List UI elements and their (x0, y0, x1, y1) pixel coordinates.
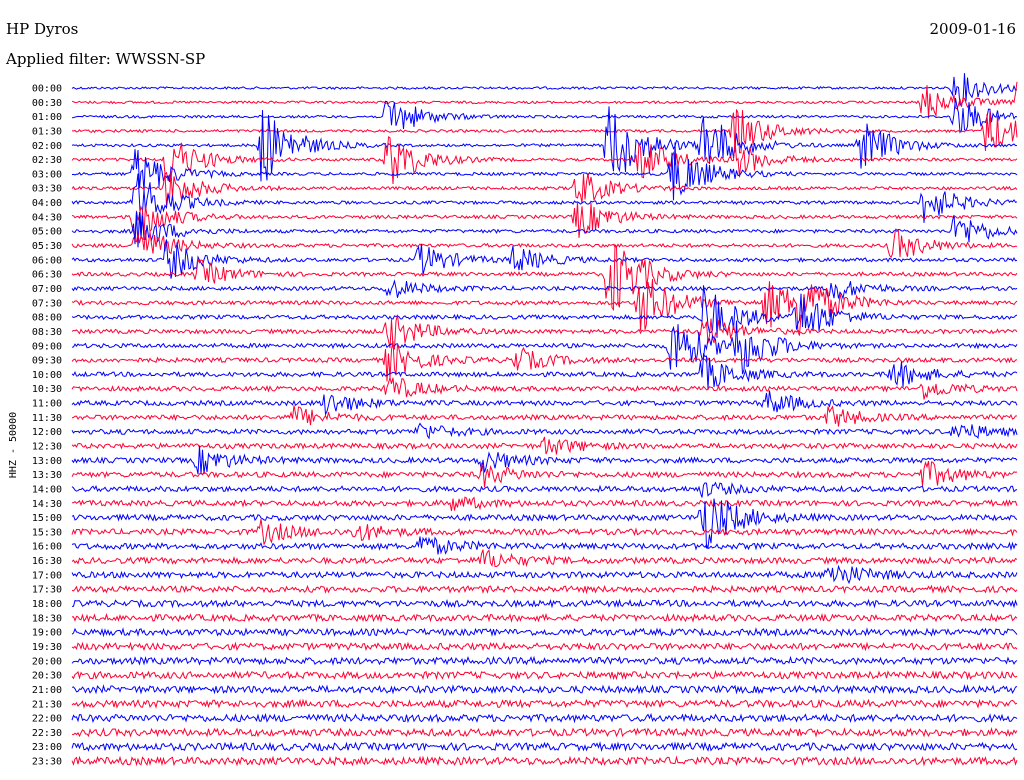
time-label: 11:30 (32, 413, 62, 424)
trace-row-2130 (71, 698, 1018, 709)
trace-row-1300 (71, 445, 1018, 475)
time-label: 02:00 (32, 141, 62, 152)
trace-row-1800 (71, 598, 1018, 609)
time-label: 04:00 (32, 198, 62, 209)
trace-row-1400 (71, 481, 1018, 498)
time-label: 18:30 (32, 613, 62, 624)
trace-row-1830 (71, 612, 1018, 623)
time-label: 06:00 (32, 255, 62, 266)
trace-row-1730 (71, 584, 1018, 595)
trace-row-1630 (71, 549, 1018, 568)
time-label: 15:00 (32, 513, 62, 524)
trace-row-1430 (71, 496, 1018, 512)
trace-row-2000 (71, 655, 1018, 666)
time-label: 23:00 (32, 742, 62, 753)
trace-row-1500 (71, 498, 1018, 549)
time-label: 09:30 (32, 356, 62, 367)
time-label: 10:00 (32, 370, 62, 381)
trace-row-1600 (71, 536, 1018, 555)
trace-row-2330 (71, 755, 1018, 767)
time-label: 04:30 (32, 212, 62, 223)
time-label: 08:00 (32, 313, 62, 324)
trace-row-1930 (71, 641, 1018, 652)
time-label: 21:00 (32, 685, 62, 696)
time-label: 14:30 (32, 499, 62, 510)
time-label: 07:30 (32, 298, 62, 309)
time-label: 05:00 (32, 227, 62, 238)
trace-row-0400 (71, 173, 1018, 231)
trace-row-2230 (71, 726, 1018, 738)
time-label: 16:00 (32, 542, 62, 553)
time-label: 13:00 (32, 456, 62, 467)
seismogram-page: { "header": { "station": "HP Dyros", "da… (0, 0, 1024, 780)
time-label: 22:00 (32, 714, 62, 725)
trace-row-0230 (71, 136, 1018, 185)
time-label: 02:30 (32, 155, 62, 166)
time-label: 21:30 (32, 699, 62, 710)
time-label: 01:30 (32, 126, 62, 137)
trace-row-1530 (71, 518, 1018, 545)
trace-row-0700 (71, 279, 1018, 301)
trace-row-1330 (71, 460, 1018, 488)
time-label: 08:30 (32, 327, 62, 338)
trace-row-1700 (71, 564, 1018, 585)
trace-row-0330 (71, 170, 1018, 206)
trace-row-0630 (71, 243, 1018, 312)
time-label: 12:30 (32, 442, 62, 453)
trace-row-0000 (71, 73, 1018, 107)
time-label: 07:00 (32, 284, 62, 295)
time-labels: 00:00 00:30 01:00 01:30 02:00 02:30 03:00 03:30… (32, 84, 62, 768)
time-label: 12:00 (32, 427, 62, 438)
time-label: 19:30 (32, 642, 62, 653)
time-label: 03:00 (32, 169, 62, 180)
time-label: 19:00 (32, 628, 62, 639)
time-label: 22:30 (32, 728, 62, 739)
time-label: 00:00 (32, 84, 62, 95)
time-label: 10:30 (32, 384, 62, 395)
trace-row-1100 (71, 390, 1018, 416)
trace-row-1030 (71, 375, 1018, 400)
helicorder-traces (71, 73, 1018, 767)
trace-row-2300 (71, 741, 1018, 753)
trace-row-1200 (71, 422, 1018, 440)
time-label: 03:30 (32, 184, 62, 195)
seismogram-plot: 00:00 00:30 01:00 01:30 02:00 02:30 03:00 03:30… (32, 73, 1018, 768)
time-label: 20:30 (32, 671, 62, 682)
time-label: 16:30 (32, 556, 62, 567)
trace-row-0300 (71, 142, 1018, 201)
time-label: 06:30 (32, 270, 62, 281)
trace-row-2100 (71, 684, 1018, 695)
time-label: 17:30 (32, 585, 62, 596)
time-label: 11:00 (32, 399, 62, 410)
trace-row-1130 (71, 405, 1018, 427)
trace-row-1230 (71, 436, 1018, 455)
time-label: 18:00 (32, 599, 62, 610)
trace-row-2030 (71, 670, 1018, 681)
trace-row-2200 (71, 712, 1018, 724)
time-label: 14:00 (32, 484, 62, 495)
time-label: 23:30 (32, 757, 62, 768)
time-label: 05:30 (32, 241, 62, 252)
time-label: 17:00 (32, 570, 62, 581)
trace-row-1900 (71, 627, 1018, 638)
time-label: 13:30 (32, 470, 62, 481)
time-label: 00:30 (32, 98, 62, 109)
time-label: 09:00 (32, 341, 62, 352)
time-label: 01:00 (32, 112, 62, 123)
time-label: 20:00 (32, 656, 62, 667)
time-label: 15:30 (32, 527, 62, 538)
